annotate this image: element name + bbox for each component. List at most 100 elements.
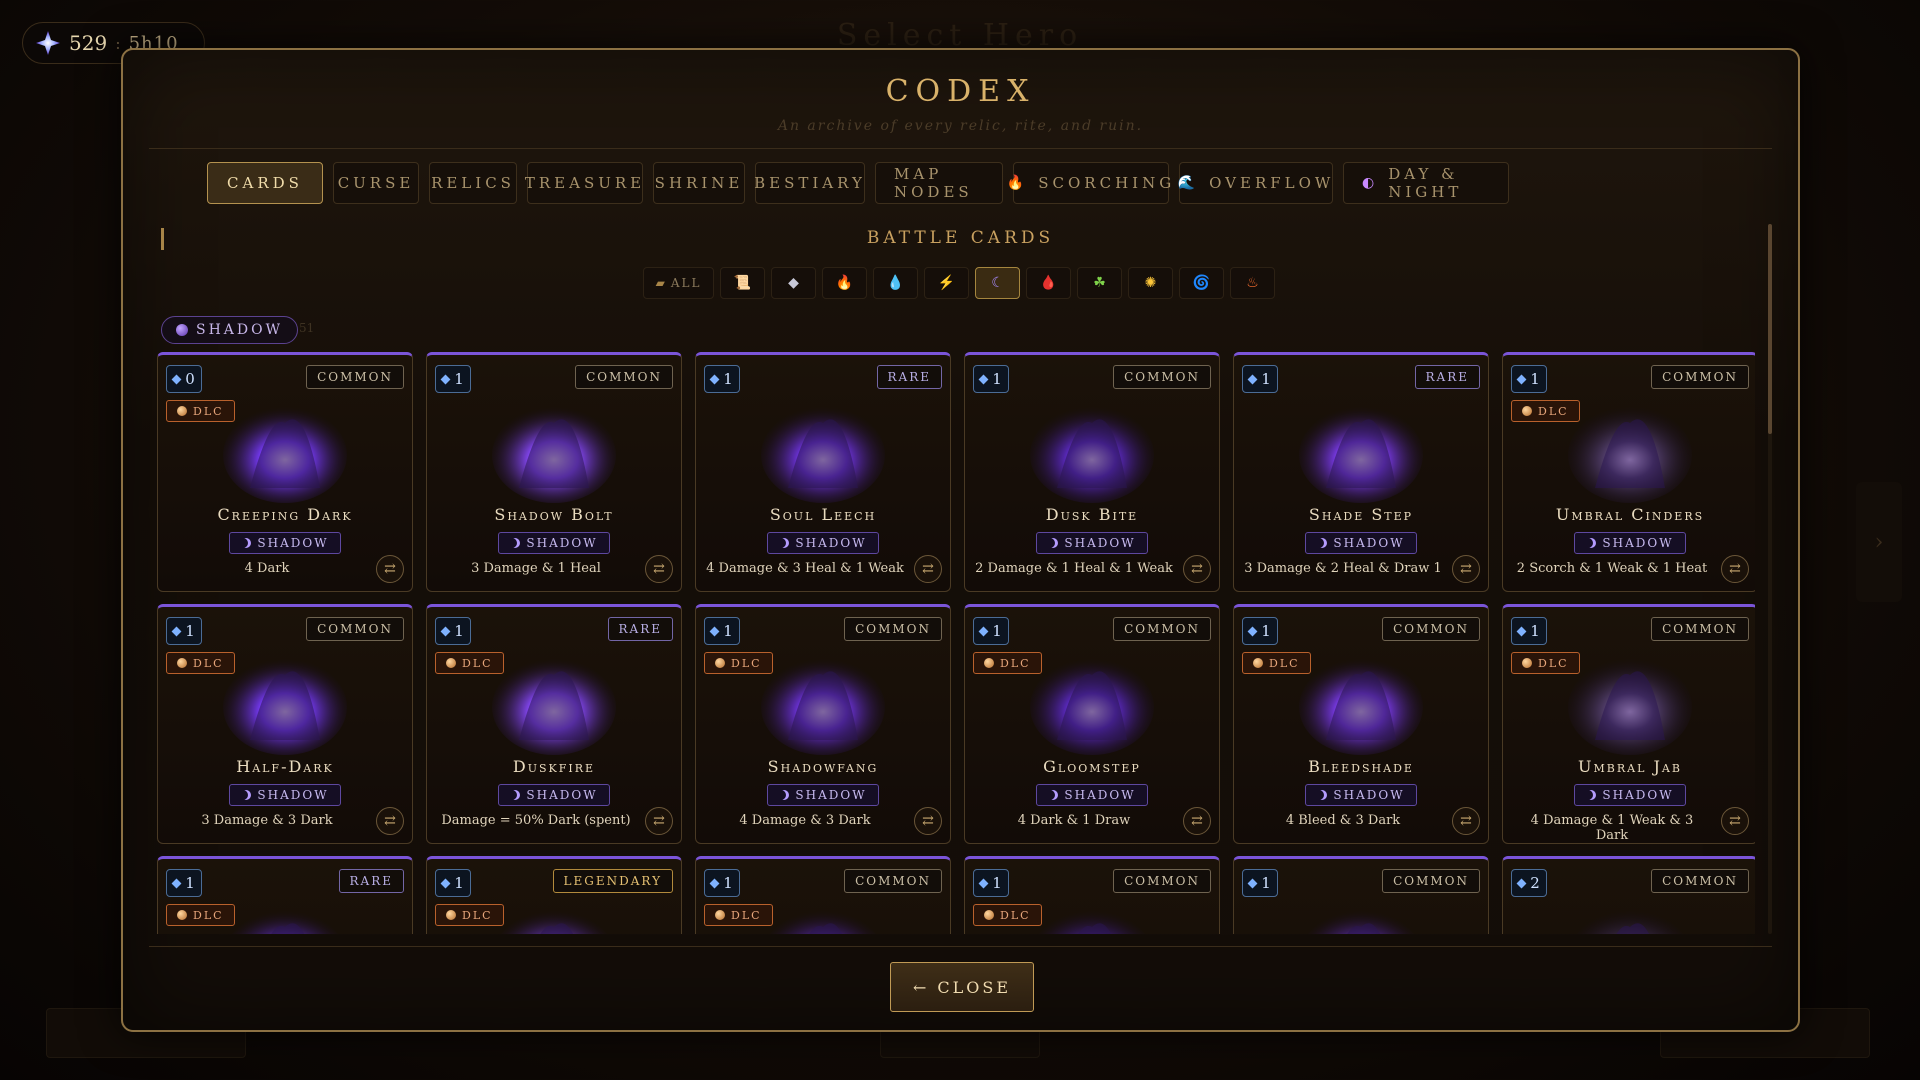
card-tile[interactable]: 1 COMMON DLC Half-Dark SHADOW 3 Damage & 3 Da…: [157, 604, 413, 844]
filter-blood[interactable]: 🩸: [1026, 267, 1071, 299]
card-tile[interactable]: 1 RARE DLC: [157, 856, 413, 934]
tab-label: BESTIARY: [754, 174, 866, 192]
filter-scorch[interactable]: ♨: [1230, 267, 1275, 299]
card-art: [1286, 897, 1436, 934]
element-tag: SHADOW: [1574, 532, 1686, 554]
tab-bestiary[interactable]: BESTIARY: [754, 162, 866, 204]
card-art: [210, 645, 360, 757]
card-tile[interactable]: 1 COMMON DLC Umbral Jab SHADOW 4 Damage & 1 W…: [1502, 604, 1755, 844]
swap-icon[interactable]: ⇄: [1452, 555, 1480, 583]
card-tile[interactable]: 1 COMMON DLC Gloomstep SHADOW 4 Dark & 1 Draw…: [964, 604, 1220, 844]
tab-scorching[interactable]: 🔥 SCORCHING: [1007, 162, 1171, 204]
card-art: [1555, 393, 1705, 505]
codex-modal: CODEX An archive of every relic, rite, a…: [121, 48, 1800, 1032]
element-chip[interactable]: SHADOW: [161, 316, 299, 344]
filter-label: ALL: [670, 276, 702, 290]
element-tag-label: SHADOW: [257, 788, 329, 802]
energy-diamond-icon: [171, 626, 182, 636]
swap-icon[interactable]: ⇄: [1183, 555, 1211, 583]
energy-diamond-icon: [171, 878, 182, 888]
tab-label: OVERFLOW: [1209, 174, 1335, 192]
element-tag: SHADOW: [1305, 784, 1417, 806]
energy-diamond-icon: [171, 374, 182, 384]
swap-icon[interactable]: ⇄: [1721, 807, 1749, 835]
card-tile[interactable]: 1 COMMON DLC: [964, 856, 1220, 934]
moon-icon: [241, 538, 251, 548]
filter-lightning[interactable]: ⚡: [924, 267, 969, 299]
tab-treasure[interactable]: TREASURE: [525, 162, 643, 204]
tab-cards[interactable]: CARDS: [207, 162, 323, 204]
filter-poison[interactable]: ☘: [1077, 267, 1122, 299]
tab-curse[interactable]: CURSE: [333, 162, 419, 204]
card-tile[interactable]: 1 COMMON DLC Umbral Cinders SHADOW 2 Scorch &…: [1502, 352, 1755, 592]
card-name: Creeping Dark: [217, 505, 353, 524]
rarity-badge: COMMON: [1651, 365, 1749, 389]
tab-overflow[interactable]: 🌊 OVERFLOW: [1178, 162, 1335, 204]
rarity-badge: COMMON: [306, 617, 404, 641]
dlc-orb-icon: [715, 658, 725, 668]
card-tile[interactable]: 1 COMMON: [1233, 856, 1489, 934]
swap-icon[interactable]: ⇄: [376, 555, 404, 583]
codex-title: CODEX: [885, 74, 1036, 109]
card-tile[interactable]: 1 COMMON DLC: [695, 856, 951, 934]
card-tile[interactable]: 1 LEGENDARY DLC: [426, 856, 682, 934]
swap-icon[interactable]: ⇄: [914, 555, 942, 583]
filter-moon[interactable]: ☾: [975, 267, 1020, 299]
swap-icon[interactable]: ⇄: [914, 807, 942, 835]
card-tile[interactable]: 1 COMMON Shadow Bolt SHADOW 3 Damage & 1 Hea…: [426, 352, 682, 592]
sun-icon: ✺: [1144, 275, 1157, 291]
rarity-badge: COMMON: [306, 365, 404, 389]
card-tile[interactable]: 0 COMMON DLC Creeping Dark SHADOW 4 Dark ⇄: [157, 352, 413, 592]
energy-cost: 0: [166, 365, 202, 393]
card-art: [1286, 393, 1436, 505]
moon-icon: [241, 790, 251, 800]
card-tile[interactable]: 1 COMMON Dusk Bite SHADOW 2 Damage & 1 Heal …: [964, 352, 1220, 592]
element-tag-label: SHADOW: [1602, 788, 1674, 802]
swap-icon[interactable]: ⇄: [1452, 807, 1480, 835]
element-tag: SHADOW: [498, 532, 610, 554]
swap-icon[interactable]: ⇄: [1183, 807, 1211, 835]
filter-sun[interactable]: ✺: [1128, 267, 1173, 299]
card-cost: 1: [454, 370, 464, 388]
close-button[interactable]: ← CLOSE: [890, 962, 1034, 1012]
swap-icon[interactable]: ⇄: [1721, 555, 1749, 583]
card-tile[interactable]: 1 COMMON DLC Bleedshade SHADOW 4 Bleed & 3 Da…: [1233, 604, 1489, 844]
swap-icon[interactable]: ⇄: [645, 807, 673, 835]
filter-scroll[interactable]: 📜: [720, 267, 765, 299]
tab-day-night[interactable]: ◐ DAY & NIGHT: [1343, 162, 1509, 204]
close-button-label: ← CLOSE: [912, 977, 1012, 997]
scrollbar-thumb[interactable]: [1768, 224, 1772, 434]
filter-all[interactable]: ▰ ALL: [643, 267, 714, 299]
filter-fire[interactable]: 🔥: [822, 267, 867, 299]
card-tile[interactable]: 1 COMMON DLC Shadowfang SHADOW 4 Damage & 3 D…: [695, 604, 951, 844]
tab-map-nodes[interactable]: MAP NODES: [875, 162, 1003, 204]
energy-diamond-icon: [1247, 626, 1258, 636]
swirl-icon: 🌀: [1192, 275, 1211, 291]
rarity-badge: COMMON: [1382, 869, 1480, 893]
element-filter-bar: ▰ ALL 📜 ◆ 🔥 💧 ⚡ ☾ 🩸 ☘ ✺ 🌀 ♨: [643, 267, 1275, 299]
tab-relics[interactable]: RELICS: [429, 162, 517, 204]
energy-diamond-icon: [1247, 374, 1258, 384]
element-tag: SHADOW: [1036, 532, 1148, 554]
tab-shrine[interactable]: SHRINE: [653, 162, 745, 204]
card-cost: 1: [1530, 622, 1540, 640]
swap-icon[interactable]: ⇄: [376, 807, 404, 835]
card-tile[interactable]: 2 COMMON: [1502, 856, 1755, 934]
dlc-orb-icon: [446, 910, 456, 920]
card-tile[interactable]: 1 RARE Shade Step SHADOW 3 Damage & 2 Heal &…: [1233, 352, 1489, 592]
card-description: 4 Bleed & 3 Dark: [1285, 813, 1401, 828]
card-tile[interactable]: 1 RARE Soul Leech SHADOW 4 Damage & 3 Heal &…: [695, 352, 951, 592]
filter-crystal[interactable]: ◆: [771, 267, 816, 299]
card-tile[interactable]: 1 RARE DLC Duskfire SHADOW Damage = 50% Dark …: [426, 604, 682, 844]
card-description: 4 Damage & 1 Weak & 3 Dark: [1530, 813, 1694, 843]
blood-icon: 🩸: [1039, 275, 1058, 291]
filter-water[interactable]: 💧: [873, 267, 918, 299]
dlc-orb-icon: [984, 910, 994, 920]
filter-swirl[interactable]: 🌀: [1179, 267, 1224, 299]
scrollbar[interactable]: [1768, 224, 1772, 934]
sun-moon-icon: ◐: [1362, 175, 1379, 191]
card-art: [479, 897, 629, 934]
card-name: Duskfire: [512, 757, 596, 776]
swap-icon[interactable]: ⇄: [645, 555, 673, 583]
moon-icon: [779, 790, 789, 800]
